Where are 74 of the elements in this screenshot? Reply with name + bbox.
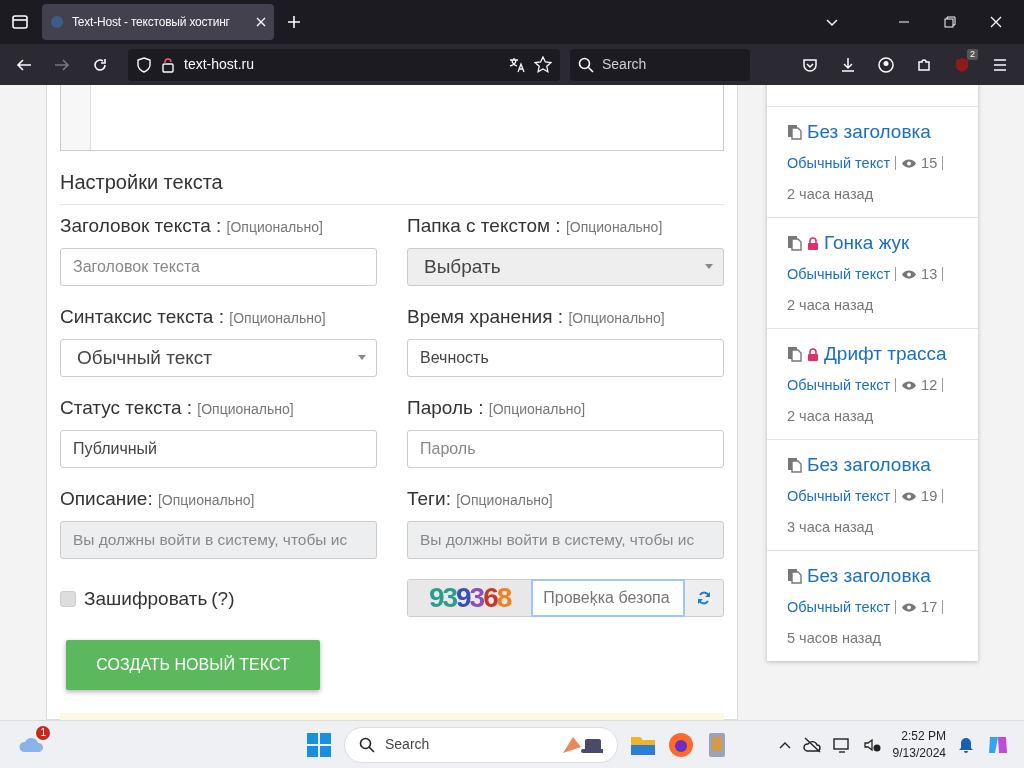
encrypt-checkbox[interactable] (60, 591, 76, 607)
caret-icon (358, 355, 366, 361)
section-title: Настройки текста (60, 151, 724, 205)
star-icon[interactable] (534, 55, 552, 74)
time-text: 2:52 PM (900, 728, 946, 745)
document-icon (787, 568, 802, 585)
document-icon (787, 124, 802, 141)
document-icon (787, 457, 802, 474)
time-text: 5 часов назад (787, 628, 882, 648)
time-text: 2 часа назад (787, 406, 875, 426)
checkbox-label: Зашифровать (84, 586, 208, 611)
shield-icon[interactable] (136, 56, 152, 73)
site-icon (50, 15, 64, 29)
search-icon (359, 736, 375, 753)
search-field[interactable]: Search (570, 48, 750, 81)
help-link[interactable]: (?) (211, 584, 235, 614)
optional-hint: [Опционально] (488, 401, 586, 417)
text-link[interactable]: Без заголовка (807, 121, 931, 144)
optional-hint: [Опционально] (565, 219, 663, 235)
text-link[interactable]: Дрифт трасса (824, 343, 947, 366)
captcha-image: 939368 (408, 580, 532, 616)
time-text: 2 часа назад (787, 184, 875, 204)
field-label: Время хранения : (407, 306, 565, 327)
view-count: 15 (920, 154, 938, 171)
close-tab-icon[interactable] (256, 17, 266, 27)
view-count: 12 (920, 376, 938, 393)
optional-hint: [Опционально] (456, 492, 553, 508)
document-icon (787, 346, 802, 363)
lock-icon[interactable] (160, 56, 176, 73)
syntax-link[interactable]: Обычный текст (787, 376, 891, 393)
text-input[interactable]: Пароль (407, 429, 724, 468)
dropdown[interactable]: Вечность (407, 338, 724, 377)
view-count: 19 (920, 487, 938, 504)
time-text: 3 часа назад (787, 517, 875, 537)
translate-icon[interactable] (508, 55, 526, 74)
url-text: text-host.ru (184, 55, 256, 74)
view-count: 17 (920, 598, 938, 615)
syntax-link[interactable]: Обычный текст (787, 154, 891, 171)
document-icon (787, 235, 802, 252)
notification-badge: 1 (36, 726, 50, 740)
taskbar-search[interactable]: Search (344, 726, 618, 763)
text-link[interactable]: Гонка жук (824, 232, 910, 255)
address-bar[interactable]: text-host.ru (128, 48, 560, 81)
syntax-link[interactable]: Обычный текст (787, 487, 891, 504)
optional-hint: [Опционально] (568, 310, 665, 326)
firefox-icon[interactable] (668, 731, 694, 758)
search-icon (578, 56, 594, 73)
text-link[interactable]: Без заголовка (807, 565, 931, 588)
field-label: Синтаксис текста : (60, 306, 225, 327)
field-label: Заголовок текста : (60, 215, 223, 236)
captcha-input[interactable]: Провеķка безопа (531, 579, 686, 617)
optional-hint: [Опционально] (226, 219, 323, 235)
optional-hint: [Опционально] (229, 310, 326, 326)
text-input[interactable]: Заголовок текста (60, 247, 377, 286)
browser-tab[interactable]: Text-Host - текстовый хостинг (42, 4, 274, 40)
dropdown[interactable]: Публичный (60, 429, 377, 468)
date-text: 9/13/2024 (892, 744, 946, 761)
syntax-link[interactable]: Обычный текст (787, 265, 891, 282)
time-text: 2 часа назад (787, 295, 875, 315)
view-count: 13 (920, 265, 938, 282)
caret-icon (705, 264, 713, 270)
optional-hint: [Опционально] (158, 492, 255, 508)
text-link[interactable]: Без заголовка (807, 454, 931, 477)
start-icon[interactable] (306, 731, 332, 758)
field-label: Пароль : (407, 397, 485, 418)
field-label: Папка с текстом : (407, 215, 562, 236)
clock[interactable]: 2:52 PM 9/13/2024 (892, 728, 946, 761)
notification-badge: 2 (967, 48, 978, 60)
syntax-link[interactable]: Обычный текст (787, 598, 891, 615)
field-label: Теги: (407, 488, 452, 509)
dropdown[interactable]: Обычный текст (60, 338, 377, 377)
field-label: Статус текста : (60, 397, 194, 418)
field-label: Описание: (60, 488, 154, 509)
optional-hint: [Опционально] (197, 401, 294, 417)
